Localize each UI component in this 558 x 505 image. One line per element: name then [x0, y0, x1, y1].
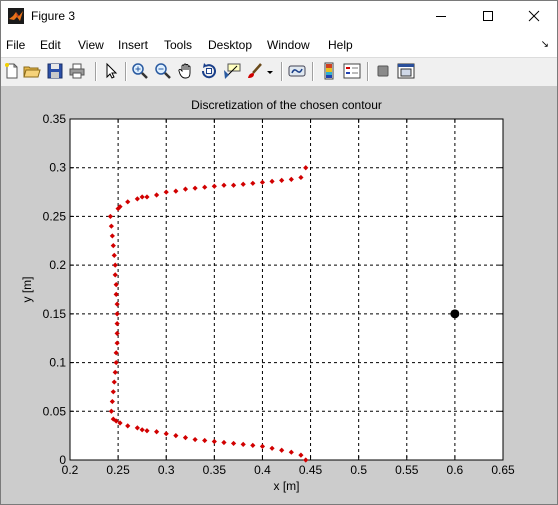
x-tick-label: 0.25 [106, 463, 130, 477]
x-tick-label: 0.35 [203, 463, 227, 477]
toolbar-separator [312, 62, 314, 81]
maximize-button[interactable] [465, 1, 511, 31]
menu-edit[interactable]: Edit [40, 38, 61, 52]
insert-legend-button[interactable] [342, 61, 362, 81]
toolbar-separator [95, 62, 97, 81]
menu-help[interactable]: Help [328, 38, 353, 52]
insert-colorbar-button[interactable] [319, 61, 339, 81]
new-figure-icon [5, 63, 18, 79]
menu-file[interactable]: File [6, 38, 25, 52]
x-tick-label: 0.3 [158, 463, 175, 477]
hide-plot-tools-button[interactable] [373, 61, 393, 81]
x-tick-label: 0.6 [447, 463, 464, 477]
figure-canvas: 0.2 0.25 0.3 0.35 0.4 0.45 0.5 0.55 0.6 0.65 0 0.05… [1, 86, 557, 504]
menu-window[interactable]: Window [267, 38, 310, 52]
zoom-out-button[interactable] [153, 61, 173, 81]
y-tick-label: 0.05 [43, 404, 67, 418]
insert-legend-icon [343, 63, 361, 79]
y-tick-label: 0.35 [43, 112, 67, 126]
dock-figure-icon[interactable]: ↘ [541, 39, 549, 50]
link-plot-button[interactable] [287, 61, 307, 81]
matlab-logo-icon [8, 8, 24, 24]
y-tick-label: 0.2 [49, 258, 66, 272]
toolbar-separator [281, 62, 283, 81]
x-tick-label: 0.55 [395, 463, 419, 477]
print-button[interactable] [67, 61, 87, 81]
menu-desktop[interactable]: Desktop [208, 38, 252, 52]
open-file-button[interactable] [22, 61, 42, 81]
brush-button[interactable] [245, 61, 265, 81]
rotate-3d-icon [201, 63, 216, 79]
minimize-button[interactable] [418, 1, 464, 31]
edit-plot-arrow-icon [106, 62, 118, 79]
link-plot-icon [288, 65, 306, 77]
y-tick-label: 0 [59, 453, 66, 467]
title-bar[interactable]: Figure 3 [1, 1, 557, 31]
figure-window: Figure 3 File Edit View Insert Tools Des… [0, 0, 558, 505]
toolbar-separator [125, 62, 127, 81]
close-button[interactable] [511, 1, 557, 31]
rotate-3d-button[interactable] [199, 61, 219, 81]
x-tick-label: 0.4 [254, 463, 271, 477]
y-tick-label: 0.1 [49, 356, 66, 370]
pan-hand-icon [178, 63, 191, 79]
pan-button[interactable] [176, 61, 196, 81]
menu-view[interactable]: View [78, 38, 104, 52]
zoom-out-icon [155, 63, 171, 79]
close-icon [528, 10, 540, 22]
hide-plot-tools-icon [377, 65, 389, 77]
x-axis-label: x [m] [274, 479, 300, 493]
show-plot-tools-icon [397, 63, 415, 79]
chart-title: Discretization of the chosen contour [191, 98, 382, 112]
minimize-icon [436, 16, 446, 17]
save-icon [47, 63, 63, 79]
zoom-in-icon [132, 63, 148, 79]
show-plot-tools-button[interactable] [396, 61, 416, 81]
brush-dropdown-button[interactable] [265, 61, 275, 81]
figure-toolbar [1, 57, 557, 87]
edit-plot-button[interactable] [101, 61, 121, 81]
menu-tools[interactable]: Tools [164, 38, 192, 52]
maximize-icon [483, 11, 493, 21]
y-tick-label: 0.3 [49, 161, 66, 175]
y-tick-label: 0.25 [43, 209, 67, 223]
highlight-point [450, 309, 460, 319]
data-cursor-button[interactable] [222, 61, 242, 81]
x-tick-label: 0.65 [491, 463, 515, 477]
axes-box[interactable] [69, 118, 504, 461]
menu-bar: File Edit View Insert Tools Desktop Wind… [1, 31, 557, 57]
x-tick-label: 0.45 [299, 463, 323, 477]
data-cursor-icon [224, 63, 241, 79]
y-tick-label: 0.15 [43, 307, 67, 321]
zoom-in-button[interactable] [130, 61, 150, 81]
contour-plot[interactable]: 0.2 0.25 0.3 0.35 0.4 0.45 0.5 0.55 0.6 0.65 0 0.05… [1, 86, 557, 504]
insert-colorbar-icon [324, 62, 334, 80]
window-title: Figure 3 [31, 9, 76, 23]
save-button[interactable] [45, 61, 65, 81]
x-tick-label: 0.5 [350, 463, 367, 477]
menu-insert[interactable]: Insert [118, 38, 148, 52]
brush-dropdown-icon [267, 71, 273, 74]
toolbar-separator [367, 62, 369, 81]
print-icon [69, 63, 85, 79]
new-figure-button[interactable] [2, 61, 22, 81]
open-file-icon [23, 66, 41, 78]
brush-icon [248, 63, 262, 78]
y-axis-label: y [m] [20, 277, 34, 303]
